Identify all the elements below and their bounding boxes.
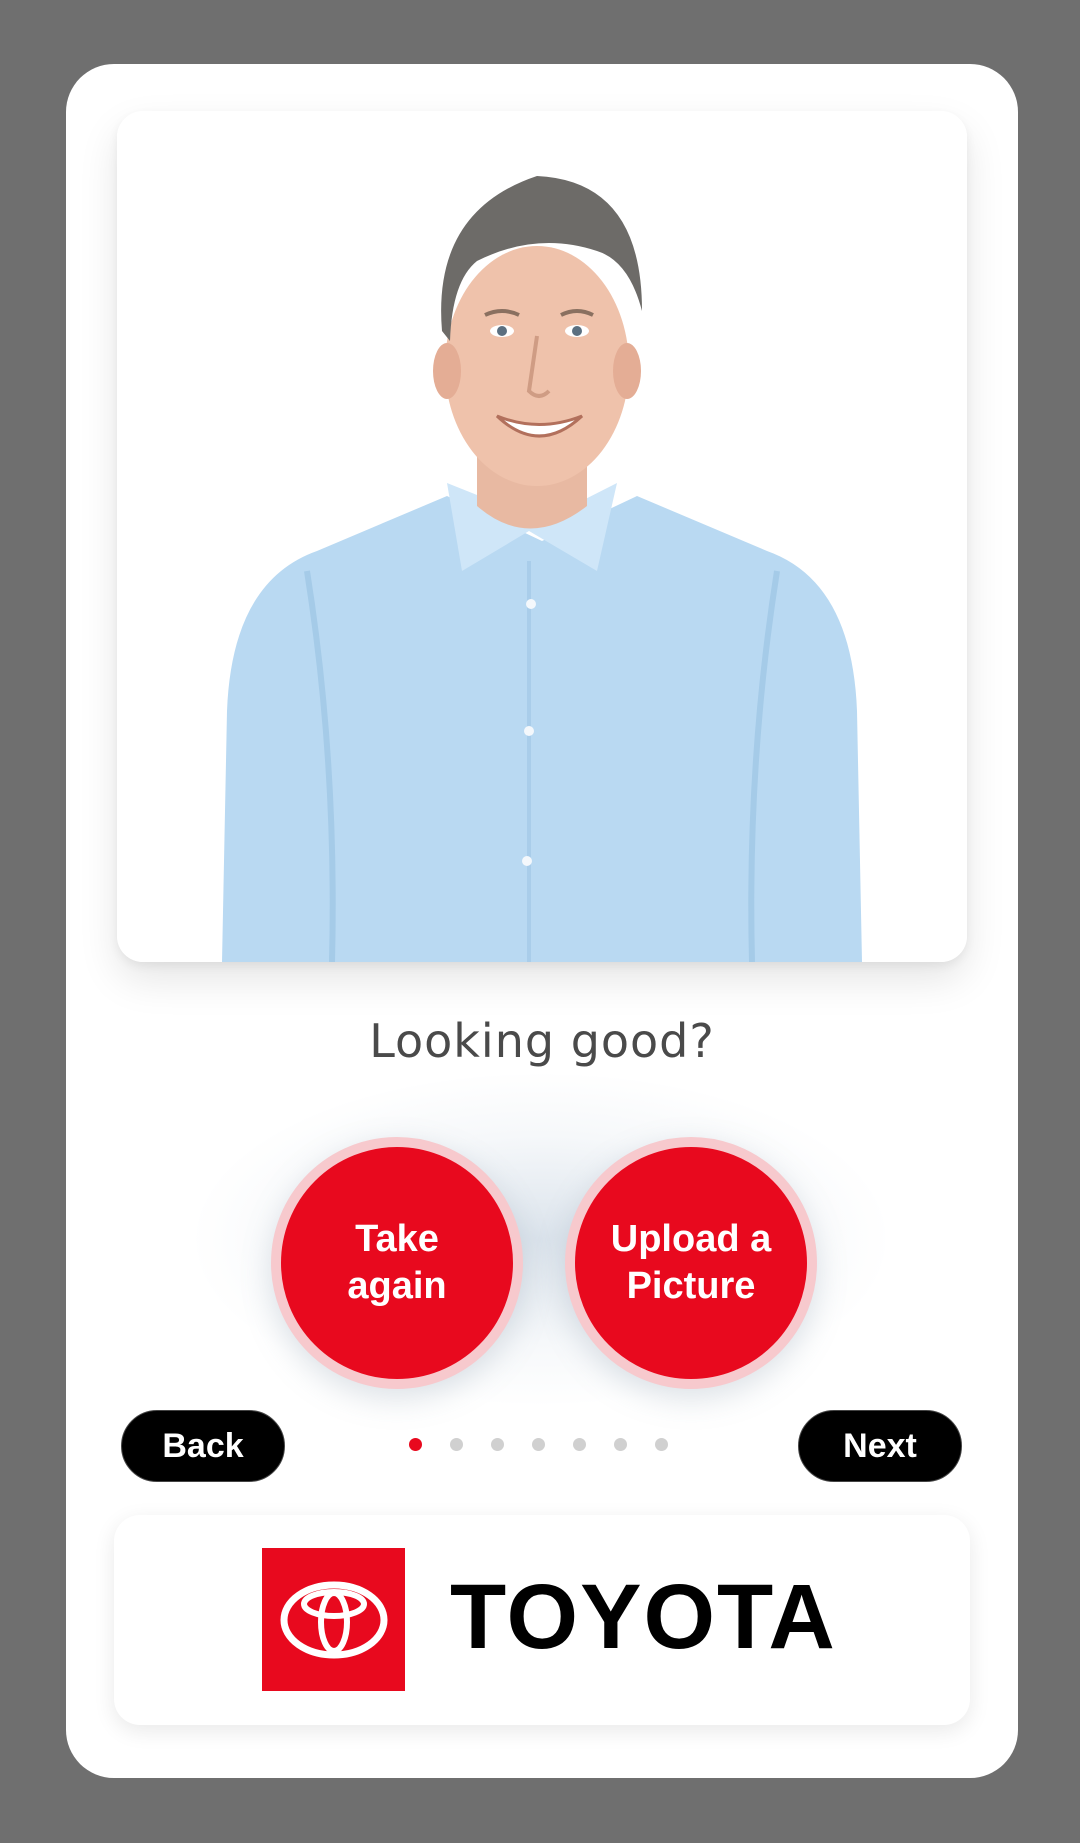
step-dot	[532, 1438, 545, 1451]
upload-picture-label: Upload a Picture	[610, 1218, 772, 1307]
step-indicator	[409, 1438, 696, 1452]
captured-photo	[117, 111, 967, 962]
upload-picture-button[interactable]: Upload a Picture	[565, 1137, 817, 1389]
confirmation-question: Looking good?	[369, 1014, 715, 1068]
back-button[interactable]: Back	[121, 1410, 285, 1482]
step-dot	[655, 1438, 668, 1451]
step-dot	[450, 1438, 463, 1451]
next-button[interactable]: Next	[798, 1410, 962, 1482]
toyota-emblem-icon	[262, 1548, 405, 1691]
step-dot	[491, 1438, 504, 1451]
photo-review-card: Looking good? Take again Upload a Pictur…	[66, 64, 1018, 1778]
step-dot	[409, 1438, 422, 1451]
brand-wordmark: TOYOTA	[450, 1566, 837, 1668]
step-dot	[614, 1438, 627, 1451]
brand-footer: TOYOTA	[114, 1515, 970, 1725]
take-again-button[interactable]: Take again	[271, 1137, 523, 1389]
take-again-label: Take again	[347, 1218, 447, 1307]
step-dot	[573, 1438, 586, 1451]
